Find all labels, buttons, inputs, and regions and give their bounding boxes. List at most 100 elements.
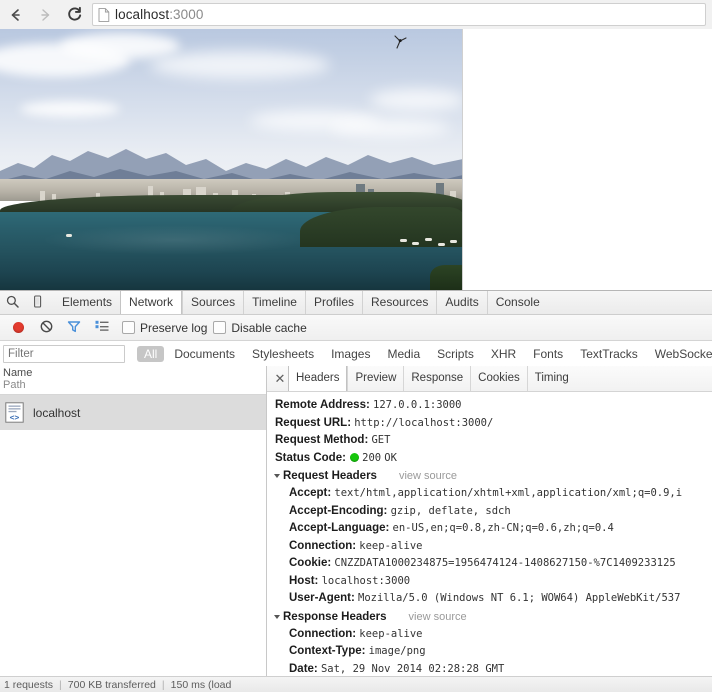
- network-filter-bar: All Documents Stylesheets Images Media S…: [0, 341, 712, 368]
- device-toolbar-icon: [31, 294, 44, 311]
- header-value: en-US,en;q=0.8,zh-CN;q=0.6,zh;q=0.4: [392, 522, 614, 534]
- cloud: [60, 33, 180, 59]
- header-value: text/html,application/xhtml+xml,applicat…: [334, 487, 683, 499]
- header-key: Connection:: [289, 539, 357, 552]
- request-headers-section[interactable]: Request Headers view source: [274, 467, 712, 485]
- filter-funnel-icon: [67, 320, 81, 336]
- view-source-link[interactable]: view source: [399, 467, 457, 485]
- filter-stylesheets[interactable]: Stylesheets: [245, 346, 321, 362]
- boat: [66, 234, 72, 237]
- detail-tab-cookies[interactable]: Cookies: [470, 366, 527, 391]
- header-key: Request Method:: [275, 434, 369, 446]
- tab-console[interactable]: Console: [486, 291, 548, 314]
- record-button[interactable]: [4, 316, 32, 340]
- filter-documents[interactable]: Documents: [167, 346, 242, 362]
- request-header-connection: Connection: keep-alive: [275, 538, 712, 556]
- filter-button[interactable]: [60, 316, 88, 340]
- section-title: Response Headers: [283, 610, 387, 623]
- status-load-time: 150 ms (load: [170, 679, 232, 691]
- devtools-tabbar: Elements Network Sources Timeline Profil…: [0, 291, 712, 315]
- network-body: Name Path <> localhost ✕ Headers Preview…: [0, 366, 712, 677]
- header-key: Context-Type:: [289, 645, 366, 657]
- chevron-down-icon: [274, 474, 280, 478]
- header-key: Request URL:: [275, 416, 352, 429]
- browser-toolbar: localhost:3000: [0, 0, 712, 30]
- detail-tab-preview[interactable]: Preview: [347, 366, 403, 391]
- large-request-rows-icon: [95, 320, 109, 335]
- detail-tab-response[interactable]: Response: [403, 366, 470, 391]
- detail-tabbar: ✕ Headers Preview Response Cookies Timin…: [267, 366, 712, 392]
- reload-button[interactable]: [61, 2, 87, 28]
- header-key: Status Code:: [275, 451, 346, 464]
- header-key: Host:: [289, 574, 319, 587]
- tab-timeline[interactable]: Timeline: [243, 291, 305, 314]
- status-dot-icon: [350, 452, 360, 462]
- url-port: :3000: [169, 7, 204, 22]
- request-row-localhost[interactable]: <> localhost: [0, 395, 266, 430]
- tab-audits[interactable]: Audits: [436, 291, 486, 314]
- header-key: User-Agent:: [289, 592, 355, 604]
- address-bar[interactable]: localhost:3000: [92, 3, 706, 26]
- section-title: Request Headers: [283, 470, 377, 482]
- filter-texttracks[interactable]: TextTracks: [573, 346, 645, 362]
- forward-button[interactable]: [32, 2, 58, 28]
- device-toolbar-button[interactable]: [25, 292, 50, 314]
- request-header-host: Host: localhost:3000: [275, 573, 712, 591]
- url-host: localhost: [115, 7, 170, 22]
- filter-media[interactable]: Media: [380, 346, 427, 362]
- preserve-log-checkbox[interactable]: Preserve log: [122, 321, 207, 335]
- header-remote-address: Remote Address: 127.0.0.1:3000: [275, 397, 712, 415]
- cloud: [370, 89, 463, 111]
- header-value: keep-alive: [359, 539, 423, 552]
- filter-scripts[interactable]: Scripts: [430, 346, 481, 362]
- headers-content: Remote Address: 127.0.0.1:3000 Request U…: [267, 391, 712, 677]
- header-key: Connection:: [289, 627, 357, 640]
- page-document-icon: [98, 7, 110, 22]
- close-icon[interactable]: ✕: [272, 369, 288, 389]
- image-right-edge: [462, 29, 463, 290]
- filter-websockets[interactable]: WebSockets: [648, 346, 712, 362]
- boats: [398, 237, 460, 249]
- tab-elements[interactable]: Elements: [54, 291, 120, 314]
- disable-cache-checkbox[interactable]: Disable cache: [213, 321, 307, 335]
- lake-mountain-cityscape-photo: [0, 29, 463, 290]
- back-button[interactable]: [3, 2, 29, 28]
- header-key: Accept:: [289, 487, 332, 499]
- response-headers-section[interactable]: Response Headers view source: [274, 608, 712, 626]
- back-arrow-icon: [8, 7, 24, 23]
- devtools-search-button[interactable]: [0, 292, 25, 314]
- detail-tab-timing[interactable]: Timing: [526, 366, 576, 391]
- filter-fonts[interactable]: Fonts: [526, 346, 570, 362]
- detail-tab-headers[interactable]: Headers: [288, 366, 348, 391]
- network-toolbar: Preserve log Disable cache: [0, 315, 712, 341]
- column-name[interactable]: Name: [3, 367, 266, 379]
- view-source-link[interactable]: view source: [409, 608, 467, 626]
- filter-images[interactable]: Images: [324, 346, 377, 362]
- status-code: 200: [362, 451, 382, 464]
- status-separator: |: [59, 679, 62, 691]
- tab-sources[interactable]: Sources: [182, 291, 243, 314]
- tab-resources[interactable]: Resources: [362, 291, 436, 314]
- header-key: Date:: [289, 662, 318, 675]
- preserve-log-label: Preserve log: [140, 320, 208, 335]
- tab-network[interactable]: Network: [120, 291, 183, 314]
- clear-icon: [40, 320, 53, 336]
- resource-type-filters: All Documents Stylesheets Images Media S…: [137, 346, 712, 362]
- request-header-accept-language: Accept-Language: en-US,en;q=0.8,zh-CN;q=…: [275, 520, 712, 538]
- reload-icon: [66, 6, 83, 23]
- svg-text:<>: <>: [10, 413, 20, 422]
- filter-all[interactable]: All: [137, 346, 165, 362]
- large-rows-button[interactable]: [88, 316, 116, 340]
- clear-button[interactable]: [32, 316, 60, 340]
- filter-xhr[interactable]: XHR: [484, 346, 523, 362]
- address-bar-text: localhost:3000: [115, 7, 203, 22]
- response-header-connection: Connection: keep-alive: [275, 626, 712, 644]
- header-request-url: Request URL: http://localhost:3000/: [275, 415, 712, 433]
- tab-profiles[interactable]: Profiles: [304, 291, 362, 314]
- header-key: Accept-Encoding:: [289, 504, 388, 517]
- record-icon: [12, 322, 24, 333]
- header-value: image/png: [368, 645, 426, 657]
- network-status-bar: 1 requests | 700 KB transferred | 150 ms…: [0, 676, 712, 692]
- header-value: CNZZDATA1000234875=1956474124-1408627150…: [334, 557, 676, 569]
- filter-input[interactable]: [3, 345, 125, 363]
